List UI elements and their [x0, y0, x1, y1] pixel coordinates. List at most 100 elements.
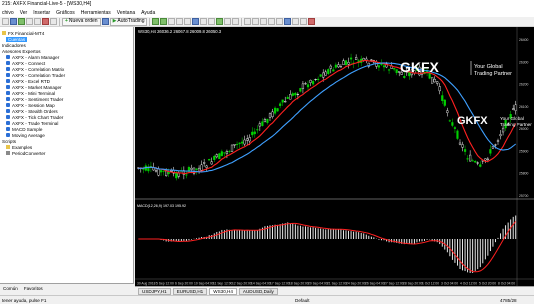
expert-icon	[6, 133, 10, 137]
tab-eurusd[interactable]: EURUSD,H1	[172, 287, 208, 295]
fibonacci-icon[interactable]	[292, 18, 300, 25]
candle-body	[458, 142, 462, 145]
candle-body	[208, 159, 211, 161]
vertical-line-icon[interactable]	[260, 18, 268, 25]
price-chart[interactable]: WS30,H4 26036.2 26067.8 26009.8 26050.3 G…	[135, 27, 534, 286]
tab-favorites[interactable]: Favoritos	[24, 286, 43, 291]
menu-tools[interactable]: Herramientas	[79, 10, 115, 16]
horizontal-line-icon[interactable]	[268, 18, 276, 25]
navigator-item-label: AXFX - Correlation Matrix	[12, 66, 65, 72]
menu-help[interactable]: Ayuda	[139, 10, 159, 16]
tab-ws30[interactable]: WS30,H4	[209, 287, 237, 295]
plus-icon: +	[65, 18, 68, 24]
expert-icon	[6, 103, 10, 107]
candle-body	[322, 72, 325, 78]
tester-icon[interactable]	[50, 18, 57, 25]
profiles-icon[interactable]	[10, 18, 17, 25]
navigator-icon[interactable]	[34, 18, 41, 25]
candle-body	[393, 68, 396, 70]
candle-body	[463, 149, 467, 152]
autotrading-button[interactable]: ▶ AutoTrading	[109, 17, 148, 26]
navigator-tabs: Común Favoritos	[0, 283, 134, 292]
candle-body	[451, 122, 454, 126]
menu-charts[interactable]: Gráficos	[54, 10, 79, 16]
navigator-item-label: Indicadores	[2, 42, 26, 48]
zoom-in-icon[interactable]	[176, 18, 184, 25]
candlestick-icon[interactable]	[160, 18, 168, 25]
candle-body	[220, 151, 223, 157]
candle-body	[286, 97, 289, 99]
text-icon[interactable]	[300, 18, 308, 25]
chart-shift-icon[interactable]	[208, 18, 216, 25]
price-axis-label: 25700	[519, 194, 529, 198]
candle-body	[301, 83, 305, 89]
bar-chart-icon[interactable]	[152, 18, 160, 25]
price-axis-label: 26300	[519, 60, 529, 64]
candle-body	[494, 144, 497, 146]
new-order-button[interactable]: + Nueva orden	[62, 17, 101, 26]
terminal-icon[interactable]	[42, 18, 49, 25]
brand-logo-secondary: GKFX	[457, 115, 488, 127]
crosshair-icon[interactable]	[252, 18, 260, 25]
arrows-icon[interactable]	[308, 18, 316, 25]
tile-windows-icon[interactable]	[192, 18, 200, 25]
chart-window[interactable]: WS30,H4 26036.2 26067.8 26009.8 26050.3 G…	[135, 27, 534, 286]
candle-body	[329, 65, 332, 69]
cursor-icon[interactable]	[244, 18, 252, 25]
periods-icon[interactable]	[224, 18, 232, 25]
menu-view[interactable]: Ver	[18, 10, 32, 16]
candle-body	[446, 110, 449, 113]
autoscroll-icon[interactable]	[200, 18, 208, 25]
navigator-item-label: AXFX - Sentiment Trader	[12, 96, 64, 102]
candle-body	[489, 149, 492, 154]
title-bar: 215: AXFX Financial-Live-5 - [WS30,H4]	[0, 0, 534, 9]
script-icon	[6, 151, 10, 155]
candle-body	[448, 120, 451, 122]
expert-icon	[6, 127, 10, 131]
market-watch-icon[interactable]	[18, 18, 25, 25]
tab-usdjpy[interactable]: USDJPY,H1	[138, 287, 171, 295]
candle-body	[342, 60, 345, 65]
status-help: tener ayuda, pulse F1	[2, 298, 47, 303]
menu-file[interactable]: chivo	[0, 10, 18, 16]
time-axis-label: 21 Sep 12:00	[327, 282, 347, 286]
navigator-item[interactable]: PeriodConverter	[6, 150, 45, 156]
menu-window[interactable]: Ventana	[115, 10, 139, 16]
channel-icon[interactable]	[284, 18, 292, 25]
time-axis-label: 5 Sep 12:00	[156, 282, 174, 286]
meta-editor-icon[interactable]	[101, 18, 109, 25]
expert-icon	[6, 97, 10, 101]
new-chart-icon[interactable]	[2, 18, 9, 25]
candle-body	[256, 129, 259, 131]
candle-body	[268, 113, 272, 118]
candle-body	[203, 162, 206, 164]
zoom-out-icon[interactable]	[184, 18, 192, 25]
navigator-item-label: AXFX - Connect	[12, 60, 46, 66]
candle-body	[261, 121, 264, 126]
line-chart-icon[interactable]	[168, 18, 176, 25]
status-bar: tener ayuda, pulse F1 Default 4785/28	[0, 295, 534, 304]
candle-body	[233, 144, 236, 146]
time-axis-label: 24 Sep 20:00	[346, 282, 366, 286]
candle-body	[377, 65, 381, 68]
candle-body	[289, 94, 292, 100]
candle-body	[185, 174, 188, 176]
candle-body	[355, 57, 358, 60]
candle-body	[344, 60, 348, 66]
data-window-icon[interactable]	[26, 18, 33, 25]
templates-icon[interactable]	[232, 18, 240, 25]
candle-body	[177, 172, 180, 177]
navigator-item-label: AXFX - Stealth Orders	[12, 108, 58, 114]
brand-logo: GKFX	[400, 59, 440, 75]
candle-body	[205, 165, 208, 168]
tab-common[interactable]: Común	[3, 286, 18, 291]
trendline-icon[interactable]	[276, 18, 284, 25]
tab-audusd[interactable]: AUDUSD,Daily	[238, 287, 278, 295]
candle-body	[327, 69, 330, 74]
chart-tabs: USDJPY,H1 EURUSD,H1 WS30,H4 AUDUSD,Daily	[135, 286, 534, 295]
candle-body	[514, 104, 517, 111]
candle-body	[370, 59, 373, 61]
indicators-icon[interactable]	[216, 18, 224, 25]
navigator-item-label: AXFX - Session Map	[12, 102, 55, 108]
menu-insert[interactable]: Insertar	[31, 10, 54, 16]
